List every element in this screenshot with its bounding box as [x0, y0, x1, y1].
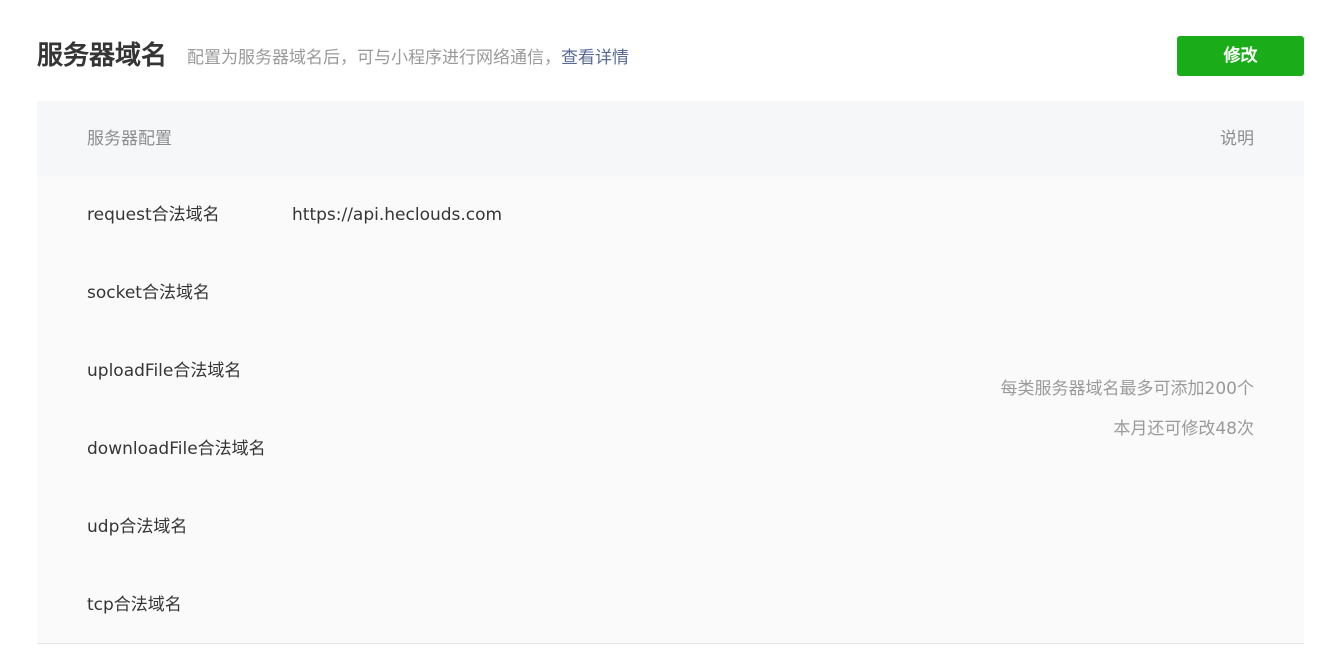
row-label: downloadFile合法域名 [87, 439, 266, 459]
column-header-config: 服务器配置 [87, 129, 172, 149]
page-title: 服务器域名 [37, 41, 168, 71]
description-notes: 每类服务器域名最多可添加200个 本月还可修改48次 [1001, 378, 1254, 458]
row-label: tcp合法域名 [87, 595, 182, 615]
row-label: udp合法域名 [87, 517, 188, 537]
description-text: 配置为服务器域名后，可与小程序进行网络通信， [187, 48, 561, 68]
server-config-table: 服务器配置 说明 request合法域名 https://api.hecloud… [37, 101, 1304, 644]
server-domain-page: 服务器域名 配置为服务器域名后，可与小程序进行网络通信，查看详情 修改 服务器配… [0, 0, 1338, 666]
note-modify-remaining: 本月还可修改48次 [1113, 419, 1254, 439]
edit-button[interactable]: 修改 [1177, 36, 1304, 76]
row-label: socket合法域名 [87, 283, 210, 303]
page-header: 服务器域名 配置为服务器域名后，可与小程序进行网络通信，查看详情 修改 [37, 36, 1304, 76]
row-label: request合法域名 [87, 205, 220, 225]
row-value: https://api.heclouds.com [292, 205, 503, 225]
view-details-link[interactable]: 查看详情 [561, 48, 629, 68]
column-header-description: 说明 [1220, 129, 1254, 149]
note-domain-limit: 每类服务器域名最多可添加200个 [1000, 379, 1254, 399]
row-label: uploadFile合法域名 [87, 361, 242, 381]
table-row-tcp: tcp合法域名 [37, 566, 1304, 644]
table-row-udp: udp合法域名 [37, 488, 1304, 566]
table-row-socket: socket合法域名 [37, 254, 1304, 332]
page-description: 配置为服务器域名后，可与小程序进行网络通信，查看详情 [187, 47, 629, 69]
table-header: 服务器配置 说明 [37, 101, 1304, 176]
table-row-request: request合法域名 https://api.heclouds.com [37, 176, 1304, 254]
